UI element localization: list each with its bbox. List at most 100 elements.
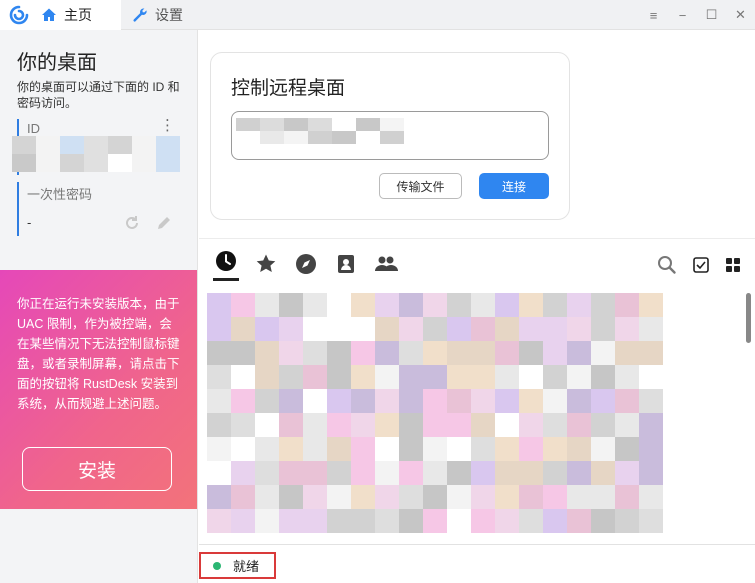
- mosaic-block: [543, 437, 567, 461]
- mosaic-block: [255, 389, 279, 413]
- mosaic-block: [308, 131, 332, 144]
- mosaic-block: [495, 509, 519, 533]
- mosaic-block: [108, 136, 132, 154]
- mosaic-block: [207, 389, 231, 413]
- refresh-icon[interactable]: [123, 214, 141, 237]
- mosaic-block: [327, 485, 351, 509]
- close-button[interactable]: ✕: [726, 0, 755, 30]
- mosaic-block: [495, 293, 519, 317]
- mosaic-block: [156, 136, 180, 154]
- mosaic-block: [327, 293, 351, 317]
- mosaic-block: [207, 413, 231, 437]
- search-icon[interactable]: [657, 255, 677, 280]
- mosaic-block: [615, 413, 639, 437]
- mosaic-block: [260, 131, 284, 144]
- remote-id-input[interactable]: [231, 111, 549, 160]
- mosaic-block: [543, 341, 567, 365]
- mosaic-block: [567, 317, 591, 341]
- mosaic-block: [639, 509, 663, 533]
- mosaic-block: [447, 341, 471, 365]
- mosaic-block: [639, 317, 663, 341]
- mosaic-block: [447, 413, 471, 437]
- mosaic-block: [447, 437, 471, 461]
- mosaic-block: [351, 437, 375, 461]
- mosaic-block: [519, 437, 543, 461]
- mosaic-block: [303, 365, 327, 389]
- mosaic-block: [399, 389, 423, 413]
- mosaic-block: [260, 118, 284, 131]
- tab-home[interactable]: 主页: [0, 0, 121, 30]
- mosaic-block: [375, 509, 399, 533]
- mosaic-block: [327, 509, 351, 533]
- edit-icon[interactable]: [155, 214, 173, 237]
- mosaic-block: [279, 389, 303, 413]
- mosaic-block: [327, 341, 351, 365]
- tab-settings[interactable]: 设置: [131, 0, 183, 30]
- mosaic-block: [519, 413, 543, 437]
- mosaic-block: [447, 389, 471, 413]
- mosaic-block: [284, 118, 308, 131]
- mosaic-block: [12, 154, 36, 172]
- mosaic-block: [519, 509, 543, 533]
- mosaic-block: [255, 341, 279, 365]
- mosaic-block: [423, 509, 447, 533]
- mosaic-block: [615, 485, 639, 509]
- mosaic-block: [495, 365, 519, 389]
- more-options-icon[interactable]: ⋮: [160, 118, 175, 133]
- install-button[interactable]: 安装: [22, 447, 172, 491]
- group-tab[interactable]: [373, 253, 399, 279]
- status-dot-icon: [213, 561, 221, 570]
- minimize-button[interactable]: −: [668, 0, 697, 30]
- mosaic-block: [332, 118, 356, 131]
- grid-view-icon[interactable]: [725, 257, 741, 278]
- mosaic-block: [471, 509, 495, 533]
- mosaic-block: [255, 293, 279, 317]
- mosaic-block: [567, 485, 591, 509]
- mosaic-block: [375, 365, 399, 389]
- mosaic-block: [236, 131, 260, 144]
- mosaic-block: [279, 437, 303, 461]
- mosaic-block: [471, 317, 495, 341]
- mosaic-block: [567, 461, 591, 485]
- peer-cards-redacted[interactable]: [207, 293, 663, 533]
- mosaic-block: [303, 509, 327, 533]
- mosaic-block: [591, 293, 615, 317]
- menu-icon[interactable]: ≡: [639, 0, 668, 30]
- mosaic-block: [279, 341, 303, 365]
- mosaic-block: [567, 365, 591, 389]
- mosaic-block: [356, 118, 380, 131]
- maximize-button[interactable]: ☐: [697, 0, 726, 30]
- address-book-tab[interactable]: [333, 253, 359, 279]
- scrollbar[interactable]: [746, 293, 751, 343]
- mosaic-block: [423, 341, 447, 365]
- mosaic-block: [60, 136, 84, 154]
- star-icon: [255, 253, 277, 280]
- mosaic-block: [380, 131, 404, 144]
- mosaic-block: [327, 365, 351, 389]
- mosaic-block: [255, 485, 279, 509]
- password-label: 一次性密码: [27, 187, 93, 202]
- mosaic-block: [303, 485, 327, 509]
- mosaic-block: [279, 365, 303, 389]
- mosaic-block: [495, 389, 519, 413]
- mosaic-block: [399, 485, 423, 509]
- mosaic-block: [375, 317, 399, 341]
- password-actions: [123, 214, 173, 237]
- mosaic-block: [399, 365, 423, 389]
- checkbox-icon[interactable]: [693, 257, 709, 278]
- mosaic-block: [543, 509, 567, 533]
- mosaic-block: [471, 365, 495, 389]
- mosaic-block: [327, 317, 351, 341]
- mosaic-block: [567, 413, 591, 437]
- mosaic-block: [375, 437, 399, 461]
- mosaic-block: [84, 136, 108, 154]
- mosaic-block: [279, 317, 303, 341]
- transfer-file-button[interactable]: 传输文件: [379, 173, 462, 199]
- mosaic-block: [423, 485, 447, 509]
- recent-sessions-tab[interactable]: [213, 251, 239, 281]
- favorites-tab[interactable]: [253, 253, 279, 279]
- mosaic-block: [332, 131, 356, 144]
- connect-button[interactable]: 连接: [479, 173, 549, 199]
- discovered-tab[interactable]: [293, 253, 319, 279]
- mosaic-block: [60, 154, 84, 172]
